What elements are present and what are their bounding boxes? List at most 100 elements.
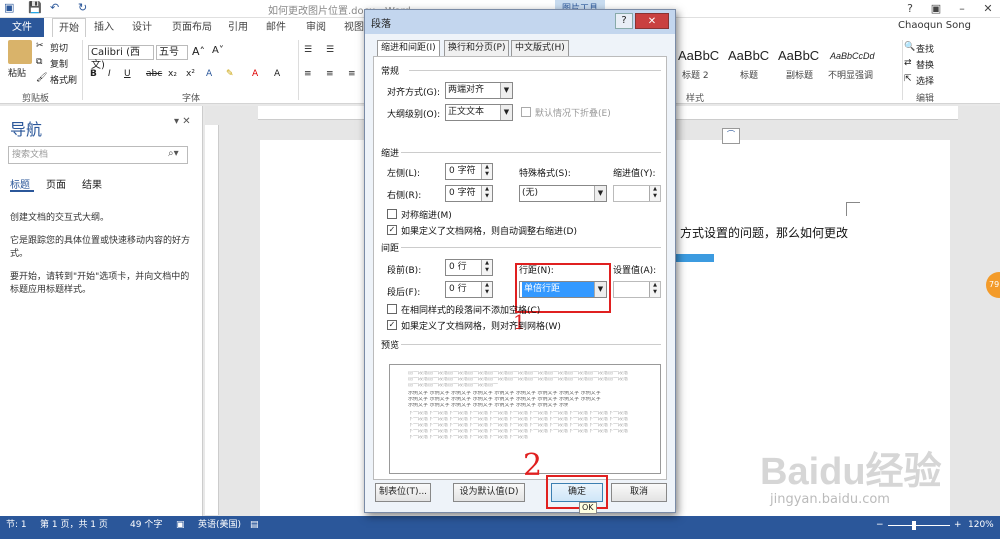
space-after-spinner[interactable]: 0 行 ▲ ▼ [445,281,493,298]
status-words[interactable]: 49 个字 [130,516,162,535]
tab-layout[interactable]: 页面布局 [172,18,212,37]
cut-button[interactable]: 剪切 [50,41,68,54]
bullets-icon[interactable]: ☰ [304,45,312,55]
tab-mailings[interactable]: 邮件 [266,18,286,37]
undo-icon[interactable]: ↶ [50,1,59,14]
align-right-icon[interactable]: ≡ [348,69,356,79]
select-button[interactable]: 选择 [916,74,934,87]
find-button[interactable]: 查找 [916,42,934,55]
collapse-checkbox[interactable] [521,107,531,117]
snap-grid-checkbox[interactable]: ✓ [387,320,397,330]
tabs-button[interactable]: 制表位(T)... [375,483,431,502]
highlight-icon[interactable]: ✎ [226,69,234,79]
spinner-arrows-icon[interactable]: ▲ ▼ [481,282,492,297]
nav-search-input[interactable]: 搜索文档 [8,146,188,164]
tab-design[interactable]: 设计 [132,18,152,37]
paste-button[interactable]: 粘贴 [8,66,26,79]
char-shading-icon[interactable]: A [274,69,280,79]
line-spacing-select[interactable]: 单倍行距 ▼ [519,281,607,298]
ok-button[interactable]: 确定 [551,483,603,502]
spinner-arrows-icon[interactable]: ▲ ▼ [481,164,492,179]
font-name-box[interactable]: Calibri (西文) [88,45,154,71]
tab-references[interactable]: 引用 [228,18,248,37]
special-format-select[interactable]: (无) ▼ [519,185,607,202]
zoom-in-icon[interactable]: + [954,516,962,535]
nav-tab-headings[interactable]: 标题 [10,176,30,191]
nav-tab-pages[interactable]: 页面 [46,176,66,191]
zoom-out-icon[interactable]: − [876,516,884,535]
subscript-icon[interactable]: x₂ [168,69,177,79]
font-color-icon[interactable]: A [252,69,258,79]
vertical-ruler[interactable] [205,125,219,515]
spinner-arrows-icon[interactable]: ▲ ▼ [481,186,492,201]
layout-options-icon[interactable]: ⌒ [722,128,740,144]
paste-icon[interactable] [8,40,32,64]
indent-right-spinner[interactable]: 0 字符 ▲ ▼ [445,185,493,202]
spinner-arrows-icon[interactable]: ▲ ▼ [649,282,660,297]
style-title-label[interactable]: 标题 [740,68,758,81]
tab-file[interactable]: 文件 [0,18,44,37]
zoom-slider-track[interactable] [888,525,950,526]
bold-icon[interactable]: B [90,69,97,79]
dialog-titlebar[interactable]: 段落 ? ✕ [365,10,675,34]
tab-home[interactable]: 开始 [52,18,86,37]
set-default-button[interactable]: 设为默认值(D) [453,483,525,502]
nav-options-icon[interactable]: ▾ ✕ [174,116,191,127]
tab-insert[interactable]: 插入 [94,18,114,37]
tab-indents-spacing[interactable]: 缩进和间距(I) [377,40,440,57]
zoom-level[interactable]: 120% [968,516,994,535]
proofing-icon[interactable]: ▣ [176,516,185,535]
chevron-down-icon[interactable]: ▼ [500,105,512,120]
italic-icon[interactable]: I [108,69,111,79]
superscript-icon[interactable]: x² [186,69,195,79]
tab-review[interactable]: 审阅 [306,18,326,37]
format-painter-icon[interactable]: 🖌 [36,73,47,83]
auto-adjust-checkbox[interactable]: ✓ [387,225,397,235]
style-heading2-sample[interactable]: AaBbC [678,48,719,63]
ribbon-options-icon[interactable]: ▣ [923,0,949,18]
underline-icon[interactable]: U [124,69,131,79]
grow-font-icon[interactable]: A˄ [192,45,205,58]
minimize-icon[interactable]: – [949,0,975,18]
style-subtle-emphasis-label[interactable]: 不明显强调 [828,68,873,81]
redo-icon[interactable]: ↻ [78,1,87,14]
status-page[interactable]: 第 1 页，共 1 页 [40,516,108,535]
macro-icon[interactable]: ▤ [250,516,259,535]
format-painter-button[interactable]: 格式刷 [50,73,77,86]
text-effects-icon[interactable]: A [206,69,212,79]
indent-left-spinner[interactable]: 0 字符 ▲ ▼ [445,163,493,180]
line-spacing-at-spinner[interactable]: ▲ ▼ [613,281,661,298]
replace-button[interactable]: 替换 [916,58,934,71]
tab-asian-typography[interactable]: 中文版式(H) [511,40,569,57]
chevron-down-icon[interactable]: ▼ [594,282,606,297]
status-section[interactable]: 节: 1 [6,516,27,535]
search-icon[interactable]: ⌕▾ [168,148,179,159]
help-icon[interactable]: ? [615,13,633,29]
font-size-box[interactable]: 五号 [156,45,188,60]
replace-icon[interactable]: ⇄ [904,58,912,68]
strikethrough-icon[interactable]: abc [146,69,162,79]
tab-line-page-breaks[interactable]: 换行和分页(P) [444,40,510,57]
space-before-spinner[interactable]: 0 行 ▲ ▼ [445,259,493,276]
numbering-icon[interactable]: ☰ [326,45,334,55]
tab-view[interactable]: 视图 [344,18,364,37]
chevron-down-icon[interactable]: ▼ [500,83,512,98]
no-space-same-style-checkbox[interactable] [387,304,397,314]
style-subtitle-label[interactable]: 副标题 [786,68,813,81]
selected-image[interactable] [676,254,714,262]
style-heading2-label[interactable]: 标题 2 [682,68,709,81]
close-icon[interactable]: ✕ [635,13,669,29]
help-icon[interactable]: ? [897,0,923,18]
find-icon[interactable]: 🔍 [904,42,915,52]
user-name[interactable]: Chaoqun Song [898,20,971,31]
mirror-indent-checkbox[interactable] [387,209,397,219]
align-left-icon[interactable]: ≡ [304,69,312,79]
spinner-arrows-icon[interactable]: ▲ ▼ [481,260,492,275]
close-icon[interactable]: ✕ [975,0,1000,18]
spinner-arrows-icon[interactable]: ▲ ▼ [649,186,660,201]
alignment-select[interactable]: 两端对齐 ▼ [445,82,513,99]
style-title-sample[interactable]: AaBbC [728,48,769,63]
zoom-slider-thumb[interactable] [912,521,916,530]
align-center-icon[interactable]: ≡ [326,69,334,79]
save-icon[interactable]: 💾 [28,1,42,14]
